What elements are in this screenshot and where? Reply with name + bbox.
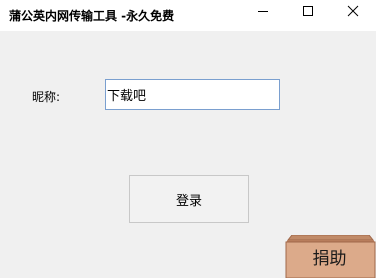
donate-button[interactable]: 捐助 — [285, 235, 376, 278]
donate-label: 捐助 — [312, 249, 347, 269]
close-button[interactable] — [330, 0, 376, 31]
maximize-icon — [303, 6, 313, 16]
minimize-button[interactable] — [240, 0, 286, 31]
minimize-icon — [258, 11, 268, 12]
nickname-label: 昵称: — [32, 90, 61, 104]
title-bar[interactable]: 蒲公英内网传输工具 -永久免费 — [0, 0, 376, 31]
login-button[interactable]: 登录 — [129, 175, 249, 223]
close-icon — [347, 5, 359, 17]
maximize-button[interactable] — [285, 0, 331, 31]
nickname-input[interactable] — [105, 79, 280, 110]
app-window: 蒲公英内网传输工具 -永久免费 昵称: 登录 — [0, 0, 376, 278]
window-title: 蒲公英内网传输工具 -永久免费 — [9, 9, 175, 23]
client-area: 昵称: 登录 捐助 — [0, 31, 376, 278]
